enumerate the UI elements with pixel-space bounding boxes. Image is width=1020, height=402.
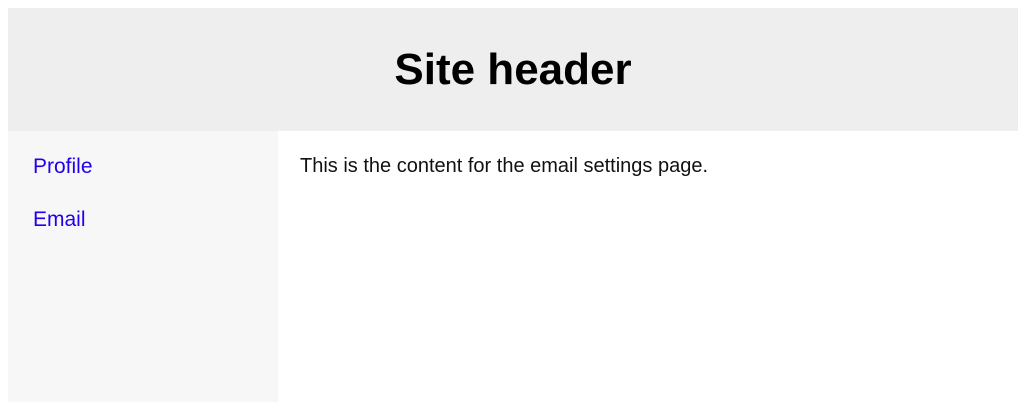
sidebar-link-profile[interactable]: Profile xyxy=(33,155,93,179)
page-frame: Site header Profile Email This is the co… xyxy=(8,8,1018,402)
content-text: This is the content for the email settin… xyxy=(300,155,708,177)
site-header: Site header xyxy=(8,8,1018,131)
site-title: Site header xyxy=(394,44,632,94)
main-content: This is the content for the email settin… xyxy=(278,131,1018,402)
sidebar-link-email[interactable]: Email xyxy=(33,208,86,232)
sidebar: Profile Email xyxy=(8,131,278,402)
